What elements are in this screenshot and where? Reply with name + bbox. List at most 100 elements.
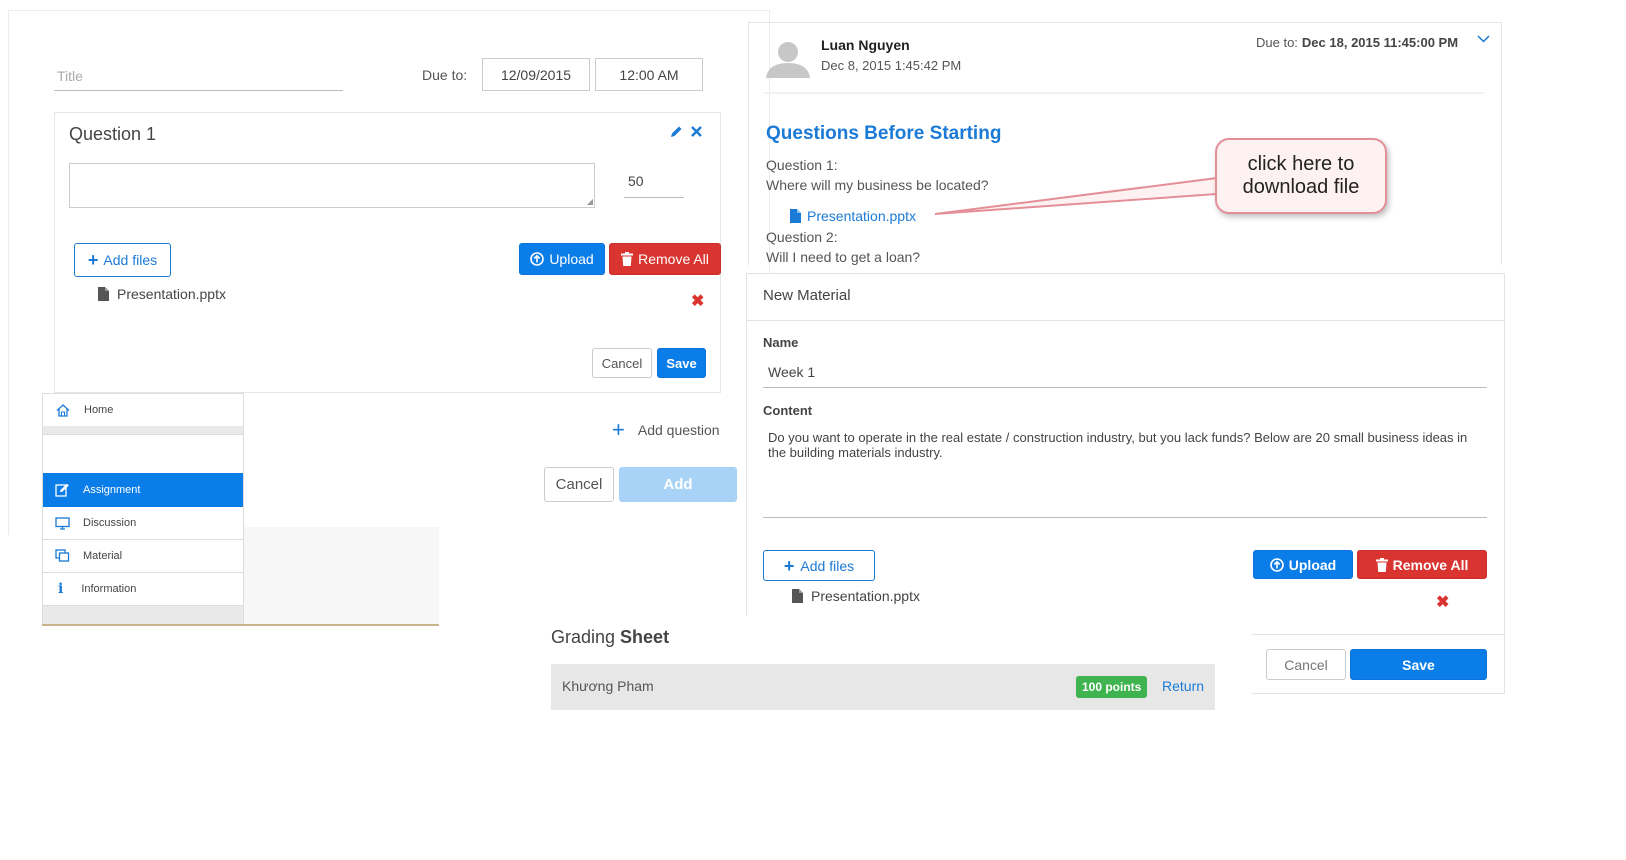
add-files-button[interactable]: + Add files	[74, 243, 171, 277]
question-2-text: Will I need to get a loan?	[766, 249, 921, 265]
grading-row[interactable]: Khương Pham 100 points Return	[551, 664, 1215, 710]
question-cancel-label: Cancel	[601, 355, 643, 371]
author-name: Luan Nguyen	[821, 37, 910, 53]
remove-all-button[interactable]: Remove All	[609, 243, 721, 275]
file-icon	[792, 589, 803, 603]
add-button[interactable]: Add	[619, 467, 737, 502]
upload-label: Upload	[1288, 556, 1337, 573]
file-icon	[790, 209, 801, 223]
due-label: Due to:	[422, 67, 468, 83]
upload-icon	[530, 252, 545, 266]
question-textarea[interactable]: ◢	[69, 163, 595, 208]
grading-title-bold: Sheet	[620, 627, 670, 647]
name-value: Week 1	[768, 364, 816, 380]
add-label: Add	[663, 476, 693, 493]
file-icon	[98, 287, 109, 301]
plus-icon: +	[783, 555, 795, 576]
material-upload-button[interactable]: Upload	[1253, 550, 1353, 579]
material-add-files-button[interactable]: + Add files	[763, 550, 875, 581]
sidebar-item-label: Material	[83, 549, 123, 562]
sidebar-item-information[interactable]: i Information	[43, 572, 243, 605]
attachment-name: Presentation.pptx	[807, 208, 916, 224]
sidebar-item-material[interactable]: Material	[43, 539, 243, 573]
content-label: Content	[763, 403, 813, 418]
material-file-item: Presentation.pptx	[792, 588, 920, 604]
remove-file-icon[interactable]: ✖	[1436, 592, 1449, 612]
question-2-label: Question 2:	[766, 229, 838, 245]
sidebar-bottom-bar	[43, 605, 243, 625]
material-header: New Material	[763, 287, 851, 304]
home-icon	[56, 403, 70, 417]
grading-title-prefix: Grading	[551, 627, 621, 647]
points-badge: 100 points	[1076, 676, 1148, 698]
material-save-button[interactable]: Save	[1350, 649, 1487, 680]
sidebar-item-home[interactable]: Home	[43, 394, 243, 427]
material-cancel-button[interactable]: Cancel	[1266, 649, 1346, 680]
add-files-label: Add files	[800, 557, 855, 574]
material-remove-all-button[interactable]: Remove All	[1357, 550, 1487, 579]
points-input[interactable]: 50	[624, 169, 684, 198]
trash-icon	[621, 252, 634, 266]
title-placeholder: Title	[57, 68, 83, 84]
material-save-label: Save	[1402, 656, 1435, 673]
sidebar-divider	[43, 426, 243, 435]
form-cancel-label: Cancel	[555, 476, 603, 493]
post-due: Due to: Dec 18, 2015 11:45:00 PM	[1256, 35, 1458, 50]
post-due-label: Due to:	[1256, 35, 1298, 50]
info-icon: i	[58, 580, 64, 597]
resize-handle-icon[interactable]: ◢	[587, 198, 593, 206]
student-name: Khương Pham	[562, 678, 654, 694]
due-time-input[interactable]: 12:00 AM	[595, 58, 703, 91]
plus-icon: +	[612, 417, 625, 442]
sidebar-item-label: Home	[84, 404, 114, 416]
sidebar-item-label: Discussion	[83, 517, 137, 529]
file-item: Presentation.pptx	[98, 286, 226, 302]
points-value: 50	[628, 173, 644, 189]
question-title: Question 1	[69, 124, 157, 144]
trash-icon	[1375, 557, 1388, 572]
attachment-link[interactable]: Presentation.pptx	[790, 208, 916, 224]
name-input[interactable]: Week 1	[763, 358, 1487, 388]
upload-icon	[1269, 557, 1284, 572]
pencil-icon[interactable]	[670, 125, 683, 138]
callout-box: click here to download file	[1215, 138, 1387, 214]
chevron-down-icon[interactable]	[1477, 35, 1490, 43]
question-save-label: Save	[666, 355, 697, 371]
title-input[interactable]: Title	[54, 64, 343, 91]
question-save-button[interactable]: Save	[657, 348, 706, 378]
edit-icon	[55, 483, 70, 497]
file-name: Presentation.pptx	[811, 588, 920, 604]
question-1-label: Question 1:	[766, 157, 838, 173]
callout-line-2: download file	[1242, 176, 1360, 198]
upload-button[interactable]: Upload	[519, 243, 605, 275]
close-icon[interactable]	[691, 126, 702, 137]
post-divider	[764, 92, 1484, 94]
grading-title: Grading Sheet	[551, 627, 669, 648]
sidebar-item-assignment[interactable]: Assignment	[43, 473, 243, 507]
material-header-divider	[747, 320, 1504, 321]
name-label: Name	[763, 335, 799, 350]
form-cancel-button[interactable]: Cancel	[544, 467, 614, 502]
sidebar-item-label: Information	[81, 582, 137, 595]
sidebar-footer-shade	[243, 527, 439, 624]
monitor-icon	[55, 516, 70, 530]
content-value: Do you want to operate in the real estat…	[768, 430, 1468, 460]
add-files-label: Add files	[103, 252, 158, 268]
return-link[interactable]: Return	[1162, 678, 1204, 694]
file-name: Presentation.pptx	[117, 286, 226, 302]
add-question-link[interactable]: + Add question	[612, 417, 720, 442]
content-textarea[interactable]: Do you want to operate in the real estat…	[763, 425, 1487, 518]
post-due-value: Dec 18, 2015 11:45:00 PM	[1301, 35, 1459, 50]
due-date-input[interactable]: 12/09/2015	[482, 58, 590, 91]
material-cancel-label: Cancel	[1284, 656, 1328, 673]
remove-all-label: Remove All	[638, 251, 709, 267]
remove-all-label: Remove All	[1392, 556, 1469, 573]
sidebar-item-discussion[interactable]: Discussion	[43, 507, 243, 540]
callout-line-1: click here to	[1247, 153, 1355, 175]
post-heading: Questions Before Starting	[766, 123, 1002, 144]
material-footer-divider	[1252, 634, 1504, 635]
remove-file-icon[interactable]: ✖	[691, 291, 704, 311]
due-time-value: 12:00 AM	[619, 66, 679, 83]
question-cancel-button[interactable]: Cancel	[592, 348, 652, 378]
due-date-value: 12/09/2015	[500, 66, 572, 83]
